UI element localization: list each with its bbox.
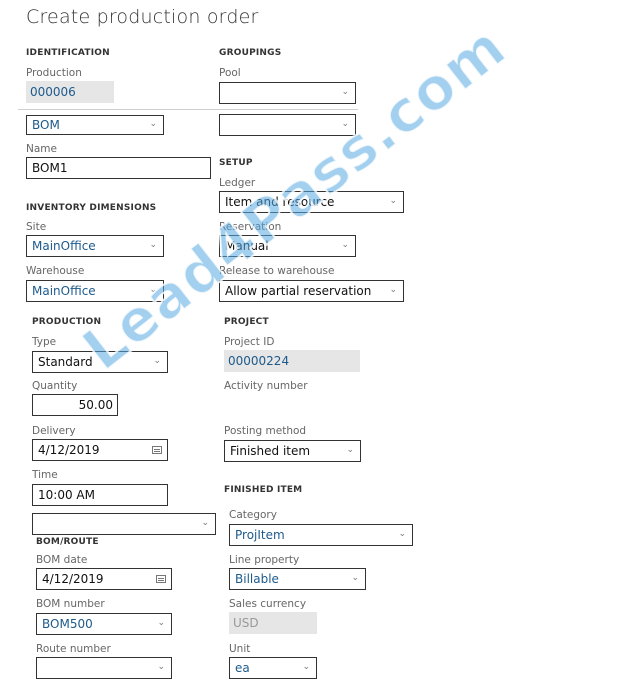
category-select[interactable]: ProjItem ⌄: [229, 524, 413, 546]
quantity-label: Quantity: [32, 380, 78, 392]
release-select[interactable]: Allow partial reservation ⌄: [219, 280, 404, 302]
time-label: Time: [32, 469, 58, 481]
site-label: Site: [26, 221, 47, 233]
project-heading: PROJECT: [224, 317, 269, 327]
groupings-heading: GROUPINGS: [219, 48, 282, 58]
chevron-down-icon: ⌄: [389, 196, 397, 206]
chevron-down-icon: ⌄: [157, 662, 165, 672]
divider: [18, 109, 358, 110]
posting-method-label: Posting method: [224, 425, 307, 437]
ledger-label: Ledger: [219, 177, 256, 189]
activity-number-label: Activity number: [224, 380, 308, 392]
chevron-down-icon: ⌄: [302, 662, 310, 672]
chevron-down-icon: ⌄: [341, 87, 349, 97]
reservation-value: Manual: [225, 239, 269, 253]
release-value: Allow partial reservation: [225, 284, 372, 298]
finished-item-heading: FINISHED ITEM: [224, 485, 303, 495]
site-value: MainOffice: [32, 239, 96, 253]
chevron-down-icon: ⌄: [153, 356, 161, 366]
name-input[interactable]: BOM1: [26, 157, 211, 179]
chevron-down-icon: ⌄: [201, 518, 209, 528]
warehouse-select[interactable]: MainOffice ⌄: [26, 280, 164, 302]
category-label: Category: [229, 509, 277, 521]
production-label: Production: [26, 67, 82, 79]
bom-number-select[interactable]: BOM500 ⌄: [36, 613, 172, 635]
release-label: Release to warehouse: [219, 265, 335, 277]
warehouse-value: MainOffice: [32, 284, 96, 298]
chevron-down-icon: ⌄: [341, 240, 349, 250]
inventory-dimensions-heading: INVENTORY DIMENSIONS: [26, 203, 157, 213]
chevron-down-icon: ⌄: [351, 573, 359, 583]
chevron-down-icon: ⌄: [398, 529, 406, 539]
delivery-label: Delivery: [32, 425, 76, 437]
type-select[interactable]: Standard ⌄: [32, 351, 168, 373]
line-property-label: Line property: [229, 554, 300, 566]
type-label: Type: [32, 336, 57, 348]
pool-select[interactable]: ⌄: [219, 82, 356, 104]
project-id-label: Project ID: [224, 336, 275, 348]
calendar-icon[interactable]: [156, 575, 166, 583]
unit-label: Unit: [229, 643, 251, 655]
unit-select[interactable]: ea ⌄: [229, 657, 317, 679]
reservation-select[interactable]: Manual ⌄: [219, 235, 356, 257]
unlabeled-select[interactable]: ⌄: [32, 513, 216, 535]
chevron-down-icon: ⌄: [149, 119, 157, 129]
line-property-value: Billable: [235, 572, 279, 586]
warehouse-label: Warehouse: [26, 265, 85, 277]
route-number-label: Route number: [36, 643, 111, 655]
production-heading: PRODUCTION: [32, 317, 102, 327]
setup-heading: SETUP: [219, 158, 253, 168]
chevron-down-icon: ⌄: [389, 285, 397, 295]
calendar-icon[interactable]: [152, 446, 162, 454]
identification-heading: IDENTIFICATION: [26, 48, 110, 58]
quantity-input[interactable]: 50.00: [32, 394, 118, 416]
ledger-value: Item and resource: [225, 195, 335, 209]
delivery-date-input[interactable]: 4/12/2019: [32, 439, 168, 461]
chevron-down-icon: ⌄: [346, 445, 354, 455]
bom-number-label: BOM number: [36, 598, 105, 610]
bom-date-value: 4/12/2019: [42, 572, 104, 586]
chevron-down-icon: ⌄: [157, 618, 165, 628]
chevron-down-icon: ⌄: [149, 285, 157, 295]
sales-currency-field: USD: [229, 612, 317, 634]
bom-number-value: BOM500: [42, 617, 93, 631]
name-label: Name: [26, 143, 57, 155]
time-input[interactable]: 10:00 AM: [32, 484, 168, 506]
chevron-down-icon: ⌄: [341, 119, 349, 129]
line-property-select[interactable]: Billable ⌄: [229, 568, 366, 590]
site-select[interactable]: MainOffice ⌄: [26, 235, 164, 257]
project-id-field: 00000224: [224, 350, 360, 372]
unit-value: ea: [235, 661, 250, 675]
reservation-label: Reservation: [219, 221, 282, 233]
chevron-down-icon: ⌄: [149, 240, 157, 250]
production-type-select[interactable]: BOM ⌄: [26, 115, 164, 135]
category-value: ProjItem: [235, 528, 285, 542]
production-type-value: BOM: [32, 118, 60, 132]
bom-route-heading: BOM/ROUTE: [36, 537, 99, 547]
page-title: Create production order: [26, 6, 259, 28]
posting-method-value: Finished item: [230, 444, 311, 458]
ledger-select[interactable]: Item and resource ⌄: [219, 191, 404, 213]
pool-label: Pool: [219, 67, 241, 79]
groupings-second-select[interactable]: ⌄: [219, 114, 356, 136]
delivery-value: 4/12/2019: [38, 443, 100, 457]
posting-method-select[interactable]: Finished item ⌄: [224, 440, 361, 462]
type-value: Standard: [38, 355, 93, 369]
route-number-select[interactable]: ⌄: [36, 657, 172, 679]
production-field: 000006: [26, 81, 114, 103]
bom-date-label: BOM date: [36, 554, 88, 566]
bom-date-input[interactable]: 4/12/2019: [36, 568, 172, 590]
sales-currency-label: Sales currency: [229, 598, 307, 610]
